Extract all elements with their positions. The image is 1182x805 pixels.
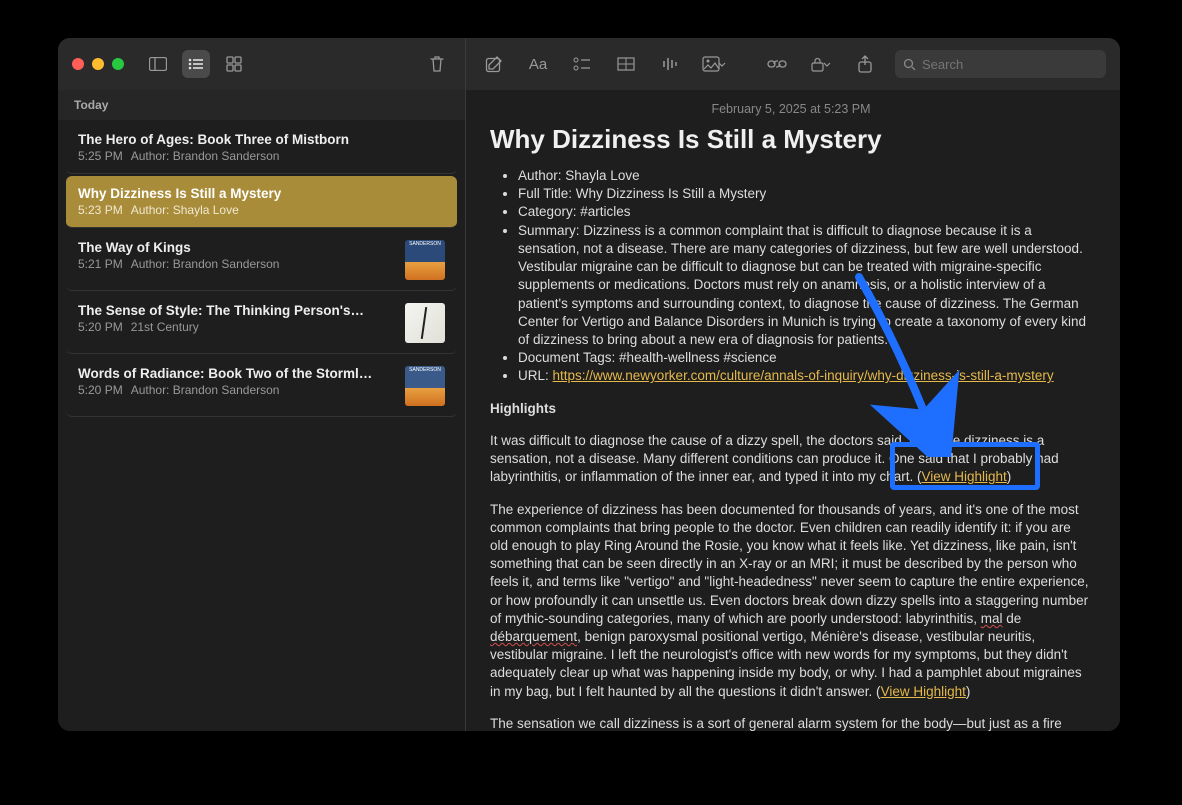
note-item-title: Why Dizziness Is Still a Mystery xyxy=(78,186,445,201)
meta-category: Category: #articles xyxy=(518,203,1092,221)
search-field[interactable] xyxy=(895,50,1106,78)
note-list-item[interactable]: Words of Radiance: Book Two of the Storm… xyxy=(66,356,457,417)
compose-button[interactable] xyxy=(480,50,508,78)
view-highlight-link[interactable]: View Highlight xyxy=(921,469,1006,484)
note-list-item[interactable]: Why Dizziness Is Still a Mystery 5:23 PMA… xyxy=(66,176,457,228)
sidebar: Today The Hero of Ages: Book Three of Mi… xyxy=(58,38,466,731)
notes-section-header: Today xyxy=(58,90,465,120)
note-item-title: The Way of Kings xyxy=(78,240,397,255)
format-button[interactable]: Aa xyxy=(524,50,552,78)
view-highlight-link[interactable]: View Highlight xyxy=(881,684,966,699)
note-content[interactable]: February 5, 2025 at 5:23 PM Why Dizzines… xyxy=(466,90,1120,731)
meta-tags: Document Tags: #health-wellness #science xyxy=(518,349,1092,367)
note-title: Why Dizziness Is Still a Mystery xyxy=(490,124,1092,155)
note-item-meta: 5:20 PM21st Century xyxy=(78,320,397,334)
meta-full-title: Full Title: Why Dizziness Is Still a Mys… xyxy=(518,185,1092,203)
note-thumbnail xyxy=(405,303,445,343)
maximize-window-button[interactable] xyxy=(112,58,124,70)
note-meta-list: Author: Shayla Love Full Title: Why Dizz… xyxy=(490,167,1092,386)
trash-button[interactable] xyxy=(423,50,451,78)
media-button[interactable] xyxy=(700,50,728,78)
spelling-underline: débarquement xyxy=(490,629,577,644)
note-item-title: The Sense of Style: The Thinking Person'… xyxy=(78,303,397,318)
note-item-meta: 5:21 PMAuthor: Brandon Sanderson xyxy=(78,257,397,271)
list-view-button[interactable] xyxy=(182,50,210,78)
note-thumbnail xyxy=(405,366,445,406)
minimize-window-button[interactable] xyxy=(92,58,104,70)
link-button[interactable] xyxy=(763,50,791,78)
spelling-underline: mal xyxy=(981,611,1003,626)
note-item-meta: 5:25 PMAuthor: Brandon Sanderson xyxy=(78,149,445,163)
highlights-heading: Highlights xyxy=(490,400,1092,418)
share-button[interactable] xyxy=(851,50,879,78)
window-controls xyxy=(72,58,124,70)
grid-view-button[interactable] xyxy=(220,50,248,78)
note-item-title: Words of Radiance: Book Two of the Storm… xyxy=(78,366,397,381)
highlight-paragraph: It was difficult to diagnose the cause o… xyxy=(490,432,1092,487)
meta-summary: Summary: Dizziness is a common complaint… xyxy=(518,222,1092,350)
search-icon xyxy=(903,58,916,71)
checklist-button[interactable] xyxy=(568,50,596,78)
sidebar-toolbar xyxy=(58,38,465,90)
note-item-meta: 5:20 PMAuthor: Brandon Sanderson xyxy=(78,383,397,397)
note-thumbnail xyxy=(405,240,445,280)
note-list-item[interactable]: The Way of Kings 5:21 PMAuthor: Brandon S… xyxy=(66,230,457,291)
search-input[interactable] xyxy=(922,57,1098,72)
note-list-item[interactable]: The Sense of Style: The Thinking Person'… xyxy=(66,293,457,354)
note-list: The Hero of Ages: Book Three of Mistborn… xyxy=(58,120,465,731)
note-list-item[interactable]: The Hero of Ages: Book Three of Mistborn… xyxy=(66,122,457,174)
close-window-button[interactable] xyxy=(72,58,84,70)
note-item-title: The Hero of Ages: Book Three of Mistborn xyxy=(78,132,445,147)
highlight-paragraph: The sensation we call dizziness is a sor… xyxy=(490,715,1092,731)
meta-url: URL: https://www.newyorker.com/culture/a… xyxy=(518,367,1092,385)
source-url-link[interactable]: https://www.newyorker.com/culture/annals… xyxy=(553,368,1054,383)
toggle-sidebar-button[interactable] xyxy=(144,50,172,78)
main-pane: Aa xyxy=(466,38,1120,731)
note-item-meta: 5:23 PMAuthor: Shayla Love xyxy=(78,203,445,217)
lock-button[interactable] xyxy=(807,50,835,78)
note-timestamp: February 5, 2025 at 5:23 PM xyxy=(490,102,1092,116)
meta-author: Author: Shayla Love xyxy=(518,167,1092,185)
app-window: Today The Hero of Ages: Book Three of Mi… xyxy=(58,38,1120,731)
table-button[interactable] xyxy=(612,50,640,78)
highlight-paragraph: The experience of dizziness has been doc… xyxy=(490,501,1092,701)
main-toolbar: Aa xyxy=(466,38,1120,90)
audio-button[interactable] xyxy=(656,50,684,78)
